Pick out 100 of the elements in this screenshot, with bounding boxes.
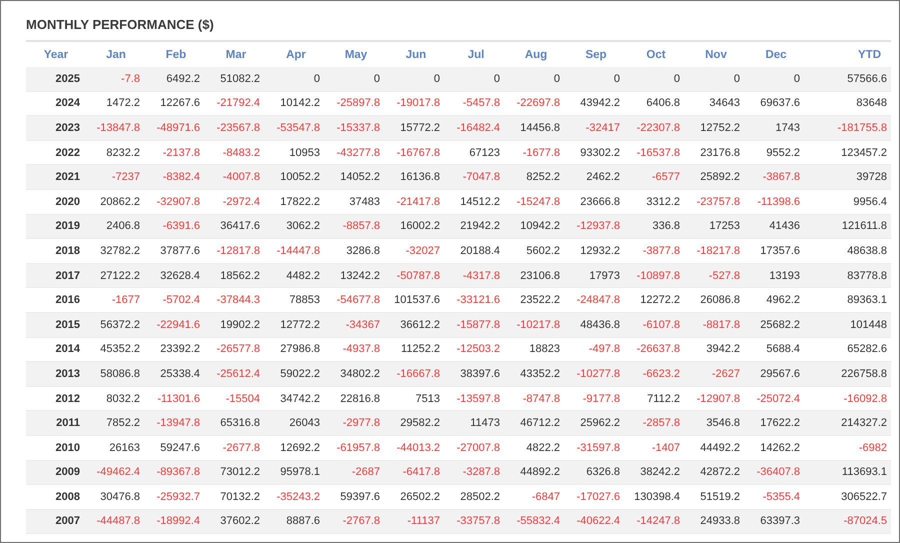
table-cell: 78853 (266, 288, 326, 312)
table-cell: -11137 (386, 509, 446, 534)
table-cell: 17622.2 (746, 410, 806, 436)
table-cell: 51082.2 (206, 67, 266, 92)
table-cell: -6623.2 (626, 362, 686, 386)
table-cell: 26502.2 (386, 484, 446, 510)
table-cell: 15772.2 (386, 116, 446, 140)
table-cell: 8887.6 (266, 509, 326, 534)
year-cell: 2017 (26, 263, 86, 288)
year-cell: 2018 (26, 238, 86, 264)
table-cell: 56372.2 (86, 312, 146, 338)
table-cell: 14456.8 (506, 116, 566, 140)
table-cell: -2857.8 (626, 410, 686, 436)
table-cell: 39728 (806, 164, 891, 190)
table-cell: 17822.2 (266, 189, 326, 214)
table-cell: 95978.1 (266, 460, 326, 485)
year-cell: 2025 (26, 67, 86, 92)
table-cell: 3286.8 (326, 238, 386, 264)
table-cell: 73012.2 (206, 460, 266, 485)
table-cell: -15337.8 (326, 116, 386, 140)
table-cell: -2977.8 (326, 410, 386, 436)
table-cell: 8252.2 (506, 164, 566, 190)
table-cell: 44892.2 (506, 460, 566, 485)
table-cell: -1407 (626, 435, 686, 460)
table-cell: -27007.8 (446, 435, 506, 460)
table-cell: 7852.2 (86, 410, 146, 436)
table-cell: -61957.8 (326, 435, 386, 460)
table-cell: 14262.2 (746, 435, 806, 460)
table-cell: 12932.2 (566, 238, 626, 264)
table-title: MONTHLY PERFORMANCE ($) (26, 16, 215, 34)
table-cell: 6492.2 (146, 67, 206, 92)
table-cell: -6982 (806, 435, 891, 460)
table-cell: 4962.2 (746, 288, 806, 312)
table-cell: 37877.6 (146, 238, 206, 264)
table-cell: -22941.6 (146, 312, 206, 338)
table-cell: 0 (326, 67, 386, 92)
table-cell: -33757.8 (446, 509, 506, 534)
table-cell: 113693.1 (806, 460, 891, 485)
table-cell: 10942.2 (506, 214, 566, 239)
table-cell: -87024.5 (806, 509, 891, 534)
table-cell: 12272.2 (626, 288, 686, 312)
table-cell: 17973 (566, 263, 626, 288)
table-cell: -7237 (86, 164, 146, 190)
table-cell: -7047.8 (446, 164, 506, 190)
table-cell: -18992.4 (146, 509, 206, 534)
table-cell: 25892.2 (686, 164, 746, 190)
table-cell: 20862.2 (86, 189, 146, 214)
table-cell: 0 (626, 67, 686, 92)
table-cell: 226758.8 (806, 362, 891, 386)
table-cell: 20188.4 (446, 238, 506, 264)
table-cell: 12772.2 (266, 312, 326, 338)
table-cell: 12752.2 (686, 116, 746, 140)
table-cell: 23666.8 (566, 189, 626, 214)
table-cell: 25682.2 (746, 312, 806, 338)
table-cell: 23106.8 (506, 263, 566, 288)
table-cell: -6107.8 (626, 312, 686, 338)
table-cell: -37844.3 (206, 288, 266, 312)
table-cell: -15247.8 (506, 189, 566, 214)
table-cell: -40622.4 (566, 509, 626, 534)
table-cell: -18217.8 (686, 238, 746, 264)
table-cell: 70132.2 (206, 484, 266, 510)
table-cell: 5602.2 (506, 238, 566, 264)
table-cell: -25612.4 (206, 362, 266, 386)
table-cell: 25338.4 (146, 362, 206, 386)
table-cell: -35243.2 (266, 484, 326, 510)
table-cell: 336.8 (626, 214, 686, 239)
table-cell: -50787.8 (386, 263, 446, 288)
table-cell: -54677.8 (326, 288, 386, 312)
table-cell: -23757.8 (686, 189, 746, 214)
table-cell: -44013.2 (386, 435, 446, 460)
table-cell: -44487.8 (86, 509, 146, 534)
table-cell: -5355.4 (746, 484, 806, 510)
table-cell: 48436.8 (566, 312, 626, 338)
year-cell: 2016 (26, 288, 86, 312)
table-cell: 59247.6 (146, 435, 206, 460)
table-cell: -8817.8 (686, 312, 746, 338)
table-cell: 16002.2 (386, 214, 446, 239)
table-cell: 0 (686, 67, 746, 92)
table-cell: 11473 (446, 410, 506, 436)
table-cell: 3062.2 (266, 214, 326, 239)
table-cell: -31597.8 (566, 435, 626, 460)
table-cell: 130398.4 (626, 484, 686, 510)
table-cell: -5702.4 (146, 288, 206, 312)
table-cell: 25962.2 (566, 410, 626, 436)
table-cell: -3877.8 (626, 238, 686, 264)
table-cell: 26163 (86, 435, 146, 460)
year-cell: 2023 (26, 116, 86, 140)
table-cell: 32782.2 (86, 238, 146, 264)
table-cell: 14512.2 (446, 189, 506, 214)
table-cell: 29582.2 (386, 410, 446, 436)
year-cell: 2019 (26, 214, 86, 239)
table-cell: 121611.8 (806, 214, 891, 239)
year-cell: 2008 (26, 484, 86, 510)
table-cell: -2767.8 (326, 509, 386, 534)
table-cell: -24847.8 (566, 288, 626, 312)
table-cell: 43352.2 (506, 362, 566, 386)
table-cell: 12692.2 (266, 435, 326, 460)
year-cell: 2009 (26, 460, 86, 485)
table-cell: -527.8 (686, 263, 746, 288)
table-cell: 37483 (326, 189, 386, 214)
